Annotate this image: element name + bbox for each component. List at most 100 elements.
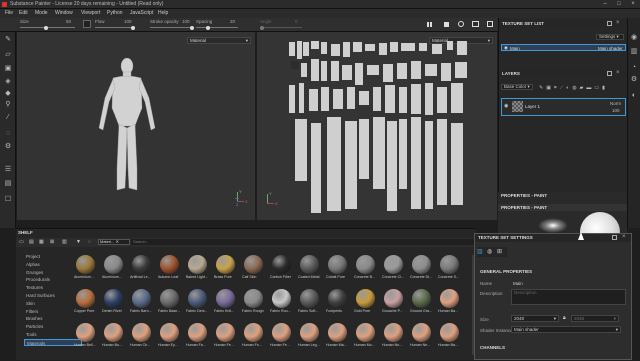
tag-icon[interactable]: ◌ <box>88 239 91 245</box>
folder-icon[interactable]: ▦ <box>39 239 44 245</box>
tss-tab-uv-icon[interactable]: ⊞ <box>497 248 502 255</box>
material-thumbnail[interactable] <box>272 255 291 274</box>
paint-brush-icon[interactable]: ✎ <box>4 36 12 44</box>
shader-settings-icon[interactable]: ◐ <box>630 92 638 100</box>
layer-name[interactable]: Layer 1 <box>525 104 540 109</box>
material-thumbnail[interactable] <box>412 323 431 342</box>
shader-instance-dropdown[interactable]: Main shader ▾ <box>511 326 621 333</box>
new-folder-icon[interactable]: ▭ <box>19 239 24 245</box>
channel-dropdown[interactable]: Base Color ▾ <box>501 84 533 90</box>
projection-icon[interactable]: ▣ <box>4 65 12 73</box>
render-icon[interactable] <box>444 22 449 27</box>
menu-file[interactable]: File <box>5 10 13 16</box>
tss-float-icon[interactable] <box>612 235 617 240</box>
material-thumbnail[interactable] <box>244 289 263 308</box>
material-thumbnail[interactable] <box>384 289 403 308</box>
shelf-category-brushes[interactable]: Brushes <box>24 315 82 322</box>
material-thumbnail[interactable] <box>104 255 123 274</box>
stroke-opacity-slider[interactable] <box>150 25 194 30</box>
menu-python[interactable]: Python <box>107 10 123 16</box>
material-thumbnail[interactable] <box>356 289 375 308</box>
category-filter-tag[interactable]: Materi... ✕ <box>98 239 130 245</box>
help-icon[interactable]: ☐ <box>4 196 12 204</box>
shelf-category-textures[interactable]: Textures <box>24 284 82 291</box>
material-thumbnail[interactable] <box>412 289 431 308</box>
material-thumbnail[interactable] <box>160 255 179 274</box>
menu-javascript[interactable]: JavaScript <box>130 10 153 16</box>
material-thumbnail[interactable] <box>104 289 123 308</box>
material-thumbnail[interactable] <box>216 323 235 342</box>
stroke-opacity-value[interactable]: 100 <box>182 19 190 24</box>
material-thumbnail[interactable] <box>384 255 403 274</box>
pause-icon[interactable] <box>427 22 432 27</box>
filter-icon[interactable]: ▼ <box>76 239 81 245</box>
tss-close-icon[interactable]: × <box>622 234 626 240</box>
visibility-icon[interactable]: ◉ <box>504 45 508 51</box>
material-thumbnail[interactable] <box>160 323 179 342</box>
log-icon[interactable]: ☰ <box>4 166 12 174</box>
material-thumbnail[interactable] <box>440 255 459 274</box>
menu-window[interactable]: Window <box>55 10 73 16</box>
material-thumbnail[interactable] <box>104 323 123 342</box>
material-thumbnail[interactable] <box>440 289 459 308</box>
size-dropdown-2[interactable]: 2048 ▾ <box>571 315 619 322</box>
shelf-category-skin[interactable]: Skin <box>24 300 82 307</box>
tss-tab-bake-icon[interactable]: ◍ <box>487 248 492 255</box>
layer-tools-icons[interactable]: ✎▣⌗⟋◐◍▰▬▭▮ <box>539 85 608 91</box>
layer-visibility-icon[interactable]: ◉ <box>504 103 508 109</box>
layer-blend-mode[interactable]: Norm <box>610 101 621 106</box>
material-thumbnail[interactable] <box>244 255 263 274</box>
viewport-3d-mode-select[interactable]: Material ▾ <box>187 37 251 44</box>
shelf-category-project[interactable]: Project <box>24 253 82 260</box>
angle-slider[interactable] <box>260 25 302 30</box>
close-icon[interactable]: × <box>626 0 640 9</box>
viewport-settings-icon[interactable] <box>487 21 493 27</box>
menu-mode[interactable]: Mode <box>35 10 48 16</box>
viewport-3d[interactable]: Material ▾ Y X Z <box>17 32 255 220</box>
grid-view-icon[interactable]: ⊠ <box>50 239 54 245</box>
display-settings-icon[interactable]: ⚙ <box>630 76 638 84</box>
menu-viewport[interactable]: Viewport <box>81 10 100 16</box>
material-thumbnail[interactable] <box>300 255 319 274</box>
settings-icon[interactable]: ⚙ <box>4 143 12 151</box>
pressure-toggle-icon[interactable] <box>83 20 91 28</box>
spacing-slider[interactable] <box>196 25 238 30</box>
eraser-icon[interactable]: ▱ <box>4 51 12 59</box>
shelf-category-particles[interactable]: Particles <box>24 323 82 330</box>
material-thumbnail[interactable] <box>216 255 235 274</box>
tss-tab-general-icon[interactable]: ▥ <box>477 248 483 255</box>
float-layers-icon[interactable] <box>607 71 612 76</box>
material-thumbnail[interactable] <box>328 289 347 308</box>
material-thumbnail[interactable] <box>440 323 459 342</box>
material-thumbnail[interactable] <box>328 255 347 274</box>
bake-icon[interactable]: ◌ <box>4 130 12 138</box>
shelf-category-hard-surfaces[interactable]: Hard Surfaces <box>24 292 82 299</box>
material-thumbnail[interactable] <box>132 255 151 274</box>
material-thumbnail[interactable] <box>356 255 375 274</box>
material-thumbnail[interactable] <box>356 323 375 342</box>
smudge-icon[interactable]: ◆ <box>4 90 12 98</box>
material-thumbnail[interactable] <box>76 323 95 342</box>
description-input[interactable]: Description <box>511 289 626 305</box>
material-thumbnail[interactable] <box>76 255 95 274</box>
flow-value[interactable]: 100 <box>124 19 132 24</box>
texture-set-shader[interactable]: Main shader <box>598 46 623 51</box>
settings-dropdown[interactable]: Settings ▾ <box>596 34 624 40</box>
tss-title[interactable]: TEXTURE SET SETTINGS <box>475 234 631 242</box>
material-thumbnail[interactable] <box>160 289 179 308</box>
flow-slider[interactable] <box>95 25 135 30</box>
material-thumbnail[interactable] <box>132 323 151 342</box>
spacing-value[interactable]: 20 <box>230 19 235 24</box>
material-thumbnail[interactable] <box>216 289 235 308</box>
layer-row[interactable]: ◉ Layer 1 Norm 100 <box>501 98 626 116</box>
size-dropdown[interactable]: 2048 ▾ <box>511 315 559 322</box>
properties-panel-icon[interactable]: ◔ <box>630 64 638 72</box>
viewport-2d[interactable]: Material ▾ Y X <box>257 32 497 220</box>
clone-icon[interactable]: ⚲ <box>4 101 12 109</box>
material-thumbnail[interactable] <box>300 289 319 308</box>
material-thumbnail[interactable] <box>188 289 207 308</box>
float-panel-icon[interactable] <box>607 21 612 26</box>
material-thumbnail[interactable] <box>188 323 207 342</box>
material-thumbnail[interactable] <box>272 323 291 342</box>
layer-opacity[interactable]: 100 <box>612 108 620 113</box>
